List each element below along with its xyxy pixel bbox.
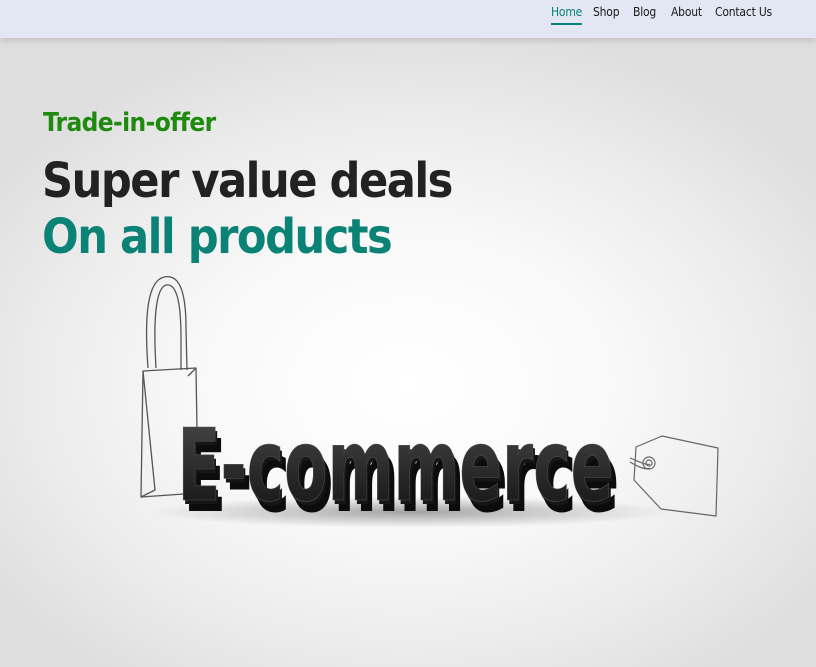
- hero-banner: E-commerce E-commerce E-commerce Trade-i…: [0, 38, 816, 667]
- hero-headline: Super value deals: [42, 153, 453, 209]
- nav-contact-link[interactable]: Contact Us: [715, 5, 772, 19]
- site-header: Home Shop Blog About Contact Us: [0, 0, 816, 38]
- nav-about-link[interactable]: About: [671, 5, 702, 19]
- main-nav: Home Shop Blog About Contact Us: [0, 0, 816, 38]
- ecommerce-3d-text: E-commerce E-commerce E-commerce: [177, 408, 619, 535]
- nav-home-link[interactable]: Home: [551, 5, 582, 25]
- nav-blog-link[interactable]: Blog: [633, 5, 656, 19]
- ecommerce-text-face: E-commerce: [177, 408, 613, 524]
- hero-tagline: Trade-in-offer: [43, 108, 216, 138]
- nav-shop-link[interactable]: Shop: [593, 5, 620, 19]
- price-tag-icon: [629, 435, 719, 517]
- hero-subheadline: On all products: [42, 209, 393, 265]
